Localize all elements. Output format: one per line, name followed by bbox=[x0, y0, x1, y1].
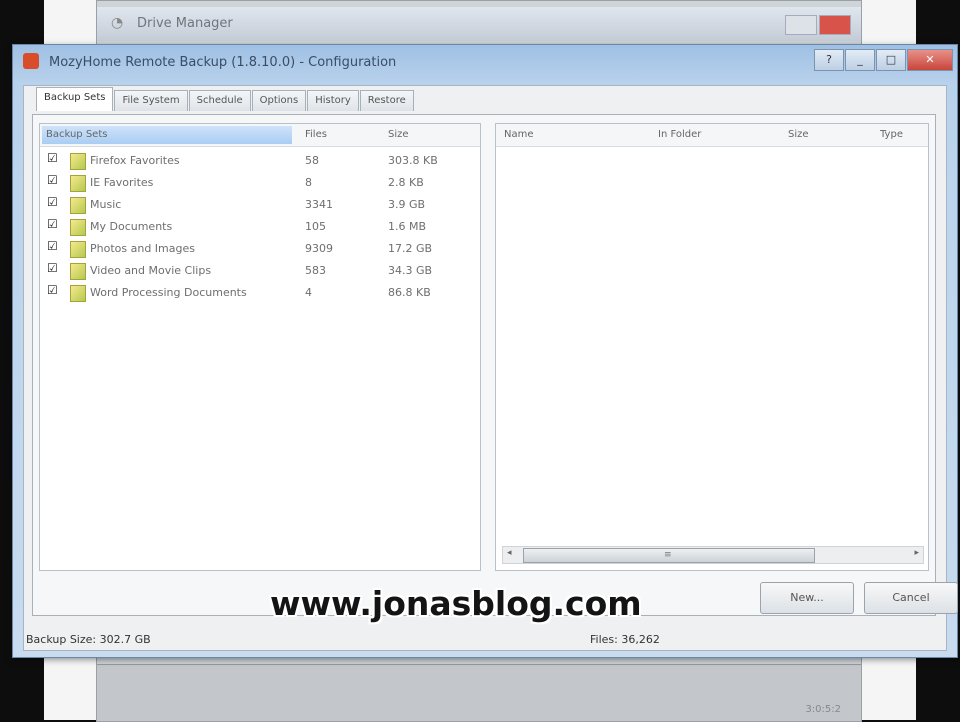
mozy-app-icon bbox=[23, 53, 39, 69]
dialog-client-area: Backup Sets File System Schedule Options… bbox=[23, 85, 958, 651]
background-window-titlebar: ◔ Drive Manager bbox=[97, 7, 861, 41]
checkbox-checked[interactable]: ☑ bbox=[47, 195, 58, 209]
scrollbar-grip-icon: ≡ bbox=[664, 550, 672, 560]
tab-schedule[interactable]: Schedule bbox=[188, 90, 251, 111]
backup-sets-list[interactable]: Backup Sets Files Size ☑ Firefox Favorit… bbox=[39, 123, 481, 571]
column-header-name[interactable]: Name bbox=[504, 129, 534, 140]
backup-set-icon bbox=[70, 219, 86, 236]
checkbox-checked[interactable]: ☑ bbox=[47, 173, 58, 187]
status-bar: Backup Size: 302.7 GB Files: 36,262 bbox=[24, 628, 946, 650]
background-window-footer: 3:0:5:2 bbox=[97, 664, 861, 721]
background-window-controls bbox=[785, 15, 851, 35]
backup-set-size: 303.8 KB bbox=[388, 154, 438, 167]
backup-set-name: Video and Movie Clips bbox=[90, 264, 212, 277]
backup-set-size: 17.2 GB bbox=[388, 242, 433, 255]
tab-history[interactable]: History bbox=[307, 90, 359, 111]
configuration-dialog: MozyHome Remote Backup (1.8.10.0) - Conf… bbox=[12, 44, 958, 658]
backup-set-name: My Documents bbox=[90, 220, 173, 233]
backup-set-files: 583 bbox=[305, 264, 326, 277]
backup-set-size: 3.9 GB bbox=[388, 198, 426, 211]
list-item[interactable]: ☑ My Documents 105 1.6 MB bbox=[40, 216, 480, 238]
backup-set-files: 8 bbox=[305, 176, 312, 189]
files-count-status: Files: 36,262 bbox=[590, 633, 660, 646]
checkbox-checked[interactable]: ☑ bbox=[47, 239, 58, 253]
backup-set-details-list[interactable]: Name In Folder Size Type ◂ ≡ ▸ bbox=[495, 123, 929, 571]
checkbox-checked[interactable]: ☑ bbox=[47, 217, 58, 231]
backup-set-files: 105 bbox=[305, 220, 326, 233]
list-item[interactable]: ☑ Word Processing Documents 4 86.8 KB bbox=[40, 282, 480, 304]
column-header-name[interactable]: Backup Sets bbox=[46, 129, 107, 140]
backup-set-name: Word Processing Documents bbox=[90, 286, 247, 299]
backup-set-files: 3341 bbox=[305, 198, 333, 211]
list-item[interactable]: ☑ Video and Movie Clips 583 34.3 GB bbox=[40, 260, 480, 282]
backup-size-status: Backup Size: 302.7 GB bbox=[26, 633, 151, 646]
checkbox-checked[interactable]: ☑ bbox=[47, 151, 58, 165]
backup-set-icon bbox=[70, 241, 86, 258]
column-header-type[interactable]: Type bbox=[880, 129, 903, 140]
scrollbar-thumb[interactable]: ≡ bbox=[523, 548, 815, 563]
list-item[interactable]: ☑ Photos and Images 9309 17.2 GB bbox=[40, 238, 480, 260]
details-header: Name In Folder Size Type bbox=[496, 124, 928, 147]
cancel-button[interactable]: Cancel bbox=[864, 582, 958, 614]
tab-bar: Backup Sets File System Schedule Options… bbox=[36, 87, 415, 111]
backup-sets-panel: Backup Sets Files Size ☑ Firefox Favorit… bbox=[32, 114, 936, 616]
tab-backup-sets[interactable]: Backup Sets bbox=[36, 87, 114, 111]
tab-restore[interactable]: Restore bbox=[359, 90, 414, 111]
list-item[interactable]: ☑ Firefox Favorites 58 303.8 KB bbox=[40, 150, 480, 172]
backup-set-icon bbox=[70, 263, 86, 280]
window-title: MozyHome Remote Backup (1.8.10.0) - Conf… bbox=[49, 55, 397, 70]
list-item[interactable]: ☑ IE Favorites 8 2.8 KB bbox=[40, 172, 480, 194]
title-bar[interactable]: MozyHome Remote Backup (1.8.10.0) - Conf… bbox=[13, 45, 957, 79]
new-button[interactable]: New... bbox=[760, 582, 854, 614]
scroll-left-icon[interactable]: ◂ bbox=[507, 548, 512, 558]
backup-set-size: 34.3 GB bbox=[388, 264, 433, 277]
backup-sets-header: Backup Sets Files Size bbox=[40, 124, 480, 147]
tab-file-system[interactable]: File System bbox=[114, 90, 188, 111]
backup-set-icon bbox=[70, 175, 86, 192]
backup-set-files: 58 bbox=[305, 154, 319, 167]
backup-set-files: 9309 bbox=[305, 242, 333, 255]
watermark: www.jonasblog.com bbox=[270, 584, 642, 623]
list-item[interactable]: ☑ Music 3341 3.9 GB bbox=[40, 194, 480, 216]
backup-set-name: Firefox Favorites bbox=[90, 154, 180, 167]
close-button[interactable]: ✕ bbox=[907, 49, 953, 71]
backup-set-icon bbox=[70, 197, 86, 214]
backup-set-size: 1.6 MB bbox=[388, 220, 427, 233]
column-header-in-folder[interactable]: In Folder bbox=[658, 129, 701, 140]
scroll-right-icon[interactable]: ▸ bbox=[914, 548, 919, 558]
backup-set-name: IE Favorites bbox=[90, 176, 154, 189]
column-header-files[interactable]: Files bbox=[305, 129, 327, 140]
checkbox-checked[interactable]: ☑ bbox=[47, 283, 58, 297]
backup-set-name: Music bbox=[90, 198, 122, 211]
backup-set-size: 2.8 KB bbox=[388, 176, 424, 189]
help-button[interactable]: ? bbox=[814, 49, 844, 71]
column-header-size[interactable]: Size bbox=[788, 129, 809, 140]
backup-set-size: 86.8 KB bbox=[388, 286, 431, 299]
minimize-button[interactable]: _ bbox=[845, 49, 875, 71]
window-controls: ? _ □ ✕ bbox=[814, 49, 953, 71]
checkbox-checked[interactable]: ☑ bbox=[47, 261, 58, 275]
maximize-button[interactable]: □ bbox=[876, 49, 906, 71]
horizontal-scrollbar[interactable]: ◂ ≡ ▸ bbox=[502, 546, 924, 564]
column-header-size[interactable]: Size bbox=[388, 129, 409, 140]
backup-set-files: 4 bbox=[305, 286, 312, 299]
background-window-title: Drive Manager bbox=[137, 16, 233, 31]
backup-set-name: Photos and Images bbox=[90, 242, 195, 255]
tab-options[interactable]: Options bbox=[251, 90, 307, 111]
bg-close-button[interactable] bbox=[819, 15, 851, 35]
backup-set-icon bbox=[70, 285, 86, 302]
bg-minimize-button[interactable] bbox=[785, 15, 817, 35]
drive-icon: ◔ bbox=[111, 15, 124, 31]
background-footer-text: 3:0:5:2 bbox=[805, 704, 841, 715]
backup-set-icon bbox=[70, 153, 86, 170]
